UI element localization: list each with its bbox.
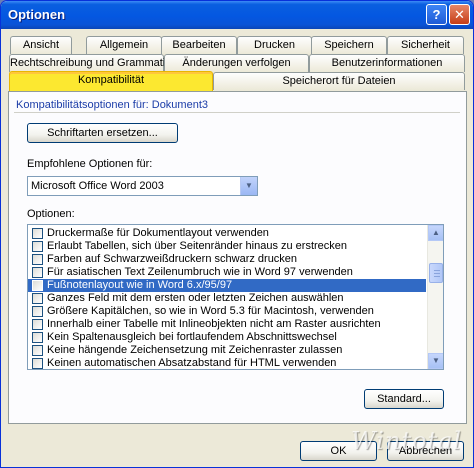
option-label: Keinen automatischen Absatzabstand für H… xyxy=(47,357,337,369)
options-dialog: Optionen ? ✕ Ansicht Allgemein Bearbeite… xyxy=(0,0,474,468)
list-item[interactable]: Farben auf Schwarzweißdruckern schwarz d… xyxy=(28,253,426,266)
compat-header: Kompatibilitätsoptionen für: Dokument3 xyxy=(16,99,208,111)
list-item[interactable]: Innerhalb einer Tabelle mit Inlineobjekt… xyxy=(28,318,426,331)
list-item[interactable]: Für asiatischen Text Zeilenumbruch wie i… xyxy=(28,266,426,279)
list-item[interactable]: Größere Kapitälchen, so wie in Word 5.3 … xyxy=(28,305,426,318)
option-label: Kein Spaltenausgleich bei fortlaufendem … xyxy=(47,331,337,343)
checkbox[interactable] xyxy=(32,358,43,369)
checkbox[interactable] xyxy=(32,228,43,239)
checkbox[interactable] xyxy=(32,319,43,330)
window-title: Optionen xyxy=(8,7,66,22)
checkbox[interactable] xyxy=(32,293,43,304)
tab-rechtschreibung[interactable]: Rechtschreibung und Grammatik xyxy=(9,54,171,72)
list-item[interactable]: Keinen automatischen Absatzabstand für H… xyxy=(28,357,426,369)
chevron-down-icon[interactable]: ▼ xyxy=(240,177,257,195)
option-label: Für asiatischen Text Zeilenumbruch wie i… xyxy=(47,266,353,278)
compatibility-panel: Kompatibilitätsoptionen für: Dokument3 S… xyxy=(8,91,467,424)
options-label: Optionen: xyxy=(27,208,75,220)
checkbox[interactable] xyxy=(32,267,43,278)
list-item[interactable]: Druckermaße für Dokumentlayout verwenden xyxy=(28,227,426,240)
vertical-scrollbar[interactable]: ▲ ▼ xyxy=(427,225,443,369)
title-bar[interactable]: Optionen ? ✕ xyxy=(1,1,473,29)
option-label: Fußnotenlayout wie in Word 6.x/95/97 xyxy=(47,279,233,291)
replace-fonts-button[interactable]: Schriftarten ersetzen... xyxy=(27,123,178,143)
checkbox[interactable] xyxy=(32,306,43,317)
option-label: Größere Kapitälchen, so wie in Word 5.3 … xyxy=(47,305,374,317)
option-label: Ganzes Feld mit dem ersten oder letzten … xyxy=(47,292,344,304)
checkbox[interactable] xyxy=(32,241,43,252)
scroll-up-icon[interactable]: ▲ xyxy=(428,225,443,241)
tab-drucken[interactable]: Drucken xyxy=(237,36,312,54)
list-item[interactable]: Erlaubt Tabellen, sich über Seitenränder… xyxy=(28,240,426,253)
option-label: Druckermaße für Dokumentlayout verwenden xyxy=(47,227,269,239)
list-item[interactable]: Ganzes Feld mit dem ersten oder letzten … xyxy=(28,292,426,305)
tab-aenderungen-verfolgen[interactable]: Änderungen verfolgen xyxy=(164,54,309,72)
recommended-label: Empfohlene Optionen für: xyxy=(27,158,153,170)
recommended-dropdown[interactable]: Microsoft Office Word 2003 ▼ xyxy=(27,176,258,196)
option-label: Erlaubt Tabellen, sich über Seitenränder… xyxy=(47,240,348,252)
tab-bearbeiten[interactable]: Bearbeiten xyxy=(161,36,237,54)
tab-allgemein[interactable]: Allgemein xyxy=(86,36,162,54)
option-label: Innerhalb einer Tabelle mit Inlineobjekt… xyxy=(47,318,381,330)
checkbox[interactable] xyxy=(32,254,43,265)
option-label: Farben auf Schwarzweißdruckern schwarz d… xyxy=(47,253,298,265)
tab-benutzerinformationen[interactable]: Benutzerinformationen xyxy=(309,54,465,72)
tab-speicherort[interactable]: Speicherort für Dateien xyxy=(213,72,465,90)
header-divider xyxy=(14,112,460,113)
tab-sicherheit[interactable]: Sicherheit xyxy=(387,36,464,54)
tab-kompatibilitaet[interactable]: Kompatibilität xyxy=(9,71,213,91)
option-label: Keine hängende Zeichensetzung mit Zeiche… xyxy=(47,344,343,356)
list-item-selected[interactable]: Fußnotenlayout wie in Word 6.x/95/97 xyxy=(28,279,426,292)
scroll-thumb[interactable] xyxy=(429,263,443,283)
tab-ansicht[interactable]: Ansicht xyxy=(10,36,72,54)
standard-button[interactable]: Standard... xyxy=(364,389,444,409)
options-list[interactable]: Druckermaße für Dokumentlayout verwenden… xyxy=(27,224,444,370)
scroll-down-icon[interactable]: ▼ xyxy=(428,353,443,369)
list-item[interactable]: Kein Spaltenausgleich bei fortlaufendem … xyxy=(28,331,426,344)
checkbox[interactable] xyxy=(32,345,43,356)
watermark: Wintotal xyxy=(351,427,463,455)
help-button[interactable]: ? xyxy=(426,4,447,25)
recommended-value: Microsoft Office Word 2003 xyxy=(31,180,164,192)
tab-speichern[interactable]: Speichern xyxy=(311,36,387,54)
checkbox[interactable] xyxy=(32,280,43,291)
close-button[interactable]: ✕ xyxy=(449,4,470,25)
list-item[interactable]: Keine hängende Zeichensetzung mit Zeiche… xyxy=(28,344,426,357)
checkbox[interactable] xyxy=(32,332,43,343)
